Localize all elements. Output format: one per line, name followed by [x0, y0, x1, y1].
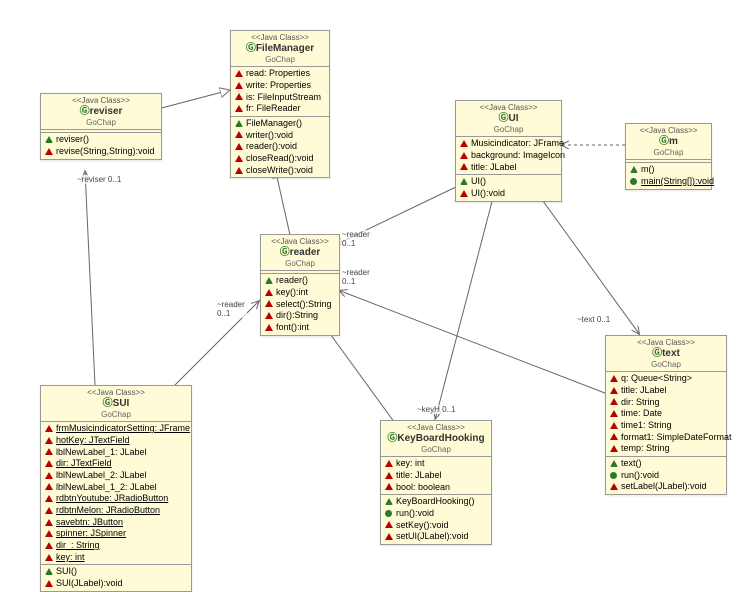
- class-sui: <<Java Class>>ⒼSUIGoChap frmMusicindicat…: [40, 385, 192, 592]
- class-name: Ⓖreviser: [45, 106, 157, 118]
- edge-label-reader-ui: ~reader0..1: [340, 230, 372, 248]
- class-keyboardhooking: <<Java Class>>ⒼKeyBoardHookingGoChap key…: [380, 420, 492, 545]
- class-reader: <<Java Class>>ⒼreaderGoChap reader() key…: [260, 234, 340, 336]
- class-m: <<Java Class>>ⒼmGoChap m() main(String[]…: [625, 123, 712, 190]
- edge-label-text: ~text 0..1: [575, 315, 612, 324]
- class-text: <<Java Class>>ⒼtextGoChap q: Queue<Strin…: [605, 335, 727, 495]
- class-reviser: <<Java Class>>ⒼreviserGoChap reviser() r…: [40, 93, 162, 160]
- stereotype: <<Java Class>>: [45, 96, 157, 106]
- edge-label-reader-text: ~reader0..1: [340, 268, 372, 286]
- class-filemanager: <<Java Class>>ⒼFileManagerGoChap read: P…: [230, 30, 330, 178]
- edge-label-reviser: ~reviser 0..1: [75, 175, 123, 184]
- class-ui: <<Java Class>>ⒼUIGoChap Musicindicator: …: [455, 100, 562, 202]
- op: reviser(): [41, 134, 161, 146]
- package: GoChap: [45, 118, 157, 128]
- edge-label-reader-sui: ~reader0..1: [215, 300, 247, 318]
- edge-label-keyh: ~keyH 0..1: [415, 405, 457, 414]
- op: revise(String,String):void: [41, 146, 161, 158]
